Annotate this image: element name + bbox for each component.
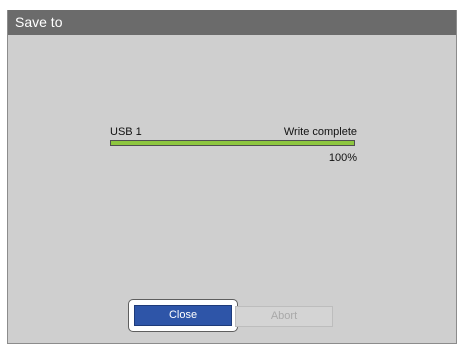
save-to-dialog: Save to USB 1 Write complete 100% Close … [7,10,457,344]
device-label: USB 1 [110,126,142,138]
progress-percent-text: 100% [328,152,357,164]
abort-button: Abort [235,306,333,327]
write-progress-bar [110,140,355,146]
dialog-titlebar: Save to [8,10,456,35]
close-button[interactable]: Close [134,305,232,326]
dialog-title: Save to [15,14,63,30]
write-progress-fill [111,141,354,145]
write-status-text: Write complete [283,126,357,138]
